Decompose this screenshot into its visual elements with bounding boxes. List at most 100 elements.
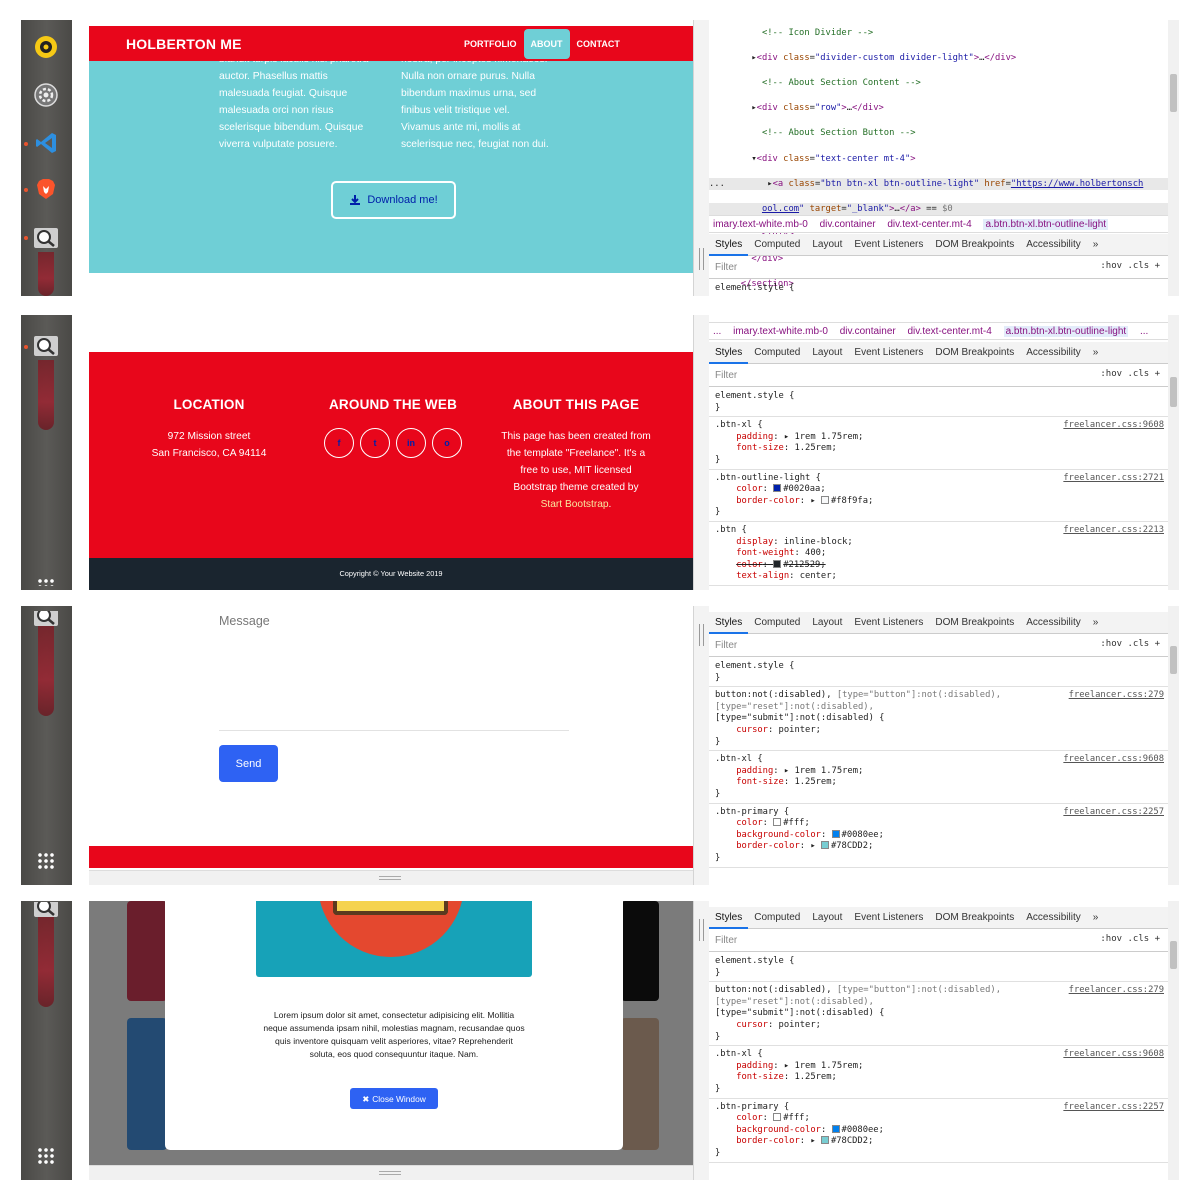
rule-source-link[interactable]: freelancer.css:2257 — [1063, 1102, 1164, 1114]
brand-logo[interactable]: HOLBERTON ME — [126, 36, 242, 52]
show-apps-icon[interactable] — [37, 1147, 55, 1165]
show-apps-icon[interactable] — [37, 852, 55, 870]
rule-source-link[interactable]: freelancer.css:9608 — [1063, 1049, 1164, 1061]
crumb-1[interactable]: imary.text-white.mb-0 — [733, 326, 828, 337]
tab-event-listeners[interactable]: Event Listeners — [848, 907, 929, 929]
crumb-current[interactable]: a.btn.btn-xl.btn-outline-light — [1003, 326, 1129, 337]
devtools-splitter[interactable] — [693, 606, 709, 885]
linkedin-icon[interactable]: in — [396, 428, 426, 458]
tab-styles[interactable]: Styles — [709, 907, 749, 929]
tab-accessibility[interactable]: Accessibility — [1020, 907, 1086, 929]
element-style-rule[interactable]: element.style { } — [709, 658, 1168, 688]
devtools-scrollbar[interactable] — [1168, 315, 1179, 590]
btn-outline-light-rule[interactable]: .btn-outline-light {freelancer.css:2721 … — [709, 470, 1168, 522]
nav-contact[interactable]: CONTACT — [570, 29, 627, 59]
tab-layout[interactable]: Layout — [806, 612, 848, 634]
crumb-ellipsis[interactable]: ... — [713, 326, 721, 337]
filter-tools[interactable]: :hov .cls + — [1100, 261, 1160, 271]
message-textarea[interactable] — [219, 730, 569, 731]
devtools-scrollbar[interactable] — [1168, 606, 1179, 885]
rhythmbox-icon[interactable] — [33, 34, 59, 60]
devtools-scrollbar[interactable] — [1168, 20, 1179, 296]
rule-source-link[interactable]: freelancer.css:279 — [1069, 690, 1164, 702]
settings-icon[interactable] — [33, 82, 59, 108]
tab-event-listeners[interactable]: Event Listeners — [848, 234, 929, 256]
rule-source-link[interactable]: freelancer.css:9608 — [1063, 420, 1164, 432]
btn-primary-rule[interactable]: .btn-primary {freelancer.css:2257 color:… — [709, 1099, 1168, 1163]
send-button[interactable]: Send — [219, 745, 278, 782]
twitter-icon[interactable]: t — [360, 428, 390, 458]
crumb-1[interactable]: imary.text-white.mb-0 — [713, 219, 808, 230]
crumb-ellipsis-end[interactable]: ... — [1140, 326, 1148, 337]
btn-xl-rule[interactable]: .btn-xl {freelancer.css:9608 padding: ▸ … — [709, 417, 1168, 470]
tab-accessibility[interactable]: Accessibility — [1020, 234, 1086, 256]
tab-more[interactable]: » — [1087, 234, 1105, 256]
crumb-2[interactable]: div.container — [820, 219, 876, 230]
magnifier-icon[interactable] — [33, 225, 59, 251]
tab-styles[interactable]: Styles — [709, 612, 749, 634]
tab-more[interactable]: » — [1087, 907, 1105, 929]
element-style-rule[interactable]: element.style { } — [709, 388, 1168, 418]
tab-event-listeners[interactable]: Event Listeners — [848, 342, 929, 364]
vscode-icon[interactable] — [33, 130, 59, 156]
tab-layout[interactable]: Layout — [806, 234, 848, 256]
devtools-splitter[interactable] — [693, 20, 709, 296]
tab-computed[interactable]: Computed — [748, 342, 806, 364]
crumb-current[interactable]: a.btn.btn-xl.btn-outline-light — [983, 219, 1109, 230]
filter-input[interactable]: Filter — [715, 370, 737, 381]
download-button[interactable]: Download me! — [331, 181, 456, 219]
tab-computed[interactable]: Computed — [748, 612, 806, 634]
rule-source-link[interactable]: freelancer.css:279 — [1069, 985, 1164, 997]
tab-more[interactable]: » — [1087, 612, 1105, 634]
button-cursor-rule[interactable]: button:not(:disabled), [type="button"]:n… — [709, 982, 1168, 1047]
tab-layout[interactable]: Layout — [806, 342, 848, 364]
viewport-resize-bar[interactable] — [89, 870, 693, 885]
facebook-icon[interactable]: f — [324, 428, 354, 458]
element-style-rule[interactable]: element.style { } — [709, 953, 1168, 983]
tab-event-listeners[interactable]: Event Listeners — [848, 612, 929, 634]
tab-styles[interactable]: Styles — [709, 342, 749, 364]
element-style-rule[interactable]: element.style { — [709, 280, 1168, 296]
crumb-3[interactable]: div.text-center.mt-4 — [908, 326, 992, 337]
rule-source-link[interactable]: freelancer.css:2721 — [1063, 473, 1164, 485]
rule-source-link[interactable]: freelancer.css:2257 — [1063, 807, 1164, 819]
devtools-splitter[interactable] — [693, 315, 709, 590]
filter-tools[interactable]: :hov .cls + — [1100, 934, 1160, 944]
crumb-3[interactable]: div.text-center.mt-4 — [887, 219, 971, 230]
dribbble-icon[interactable]: o — [432, 428, 462, 458]
nav-portfolio[interactable]: PORTFOLIO — [457, 29, 524, 59]
filter-tools[interactable]: :hov .cls + — [1100, 639, 1160, 649]
tab-dom-breakpoints[interactable]: DOM Breakpoints — [929, 907, 1020, 929]
tab-more[interactable]: » — [1087, 342, 1105, 364]
filter-input[interactable]: Filter — [715, 640, 737, 651]
tab-computed[interactable]: Computed — [748, 907, 806, 929]
filter-input[interactable]: Filter — [715, 935, 737, 946]
start-bootstrap-link[interactable]: Start Bootstrap — [541, 499, 609, 510]
tab-dom-breakpoints[interactable]: DOM Breakpoints — [929, 234, 1020, 256]
tab-accessibility[interactable]: Accessibility — [1020, 342, 1086, 364]
devtools-scrollbar[interactable] — [1168, 901, 1179, 1180]
btn-primary-rule[interactable]: .btn-primary {freelancer.css:2257 color:… — [709, 804, 1168, 868]
btn-xl-rule[interactable]: .btn-xl {freelancer.css:9608 padding: ▸ … — [709, 751, 1168, 804]
tab-styles[interactable]: Styles — [709, 234, 749, 256]
magnifier-icon[interactable] — [33, 333, 59, 359]
tab-layout[interactable]: Layout — [806, 907, 848, 929]
rule-source-link[interactable]: freelancer.css:2213 — [1063, 525, 1164, 537]
tab-accessibility[interactable]: Accessibility — [1020, 612, 1086, 634]
show-apps-icon[interactable] — [37, 578, 55, 586]
tab-computed[interactable]: Computed — [748, 234, 806, 256]
btn-rule[interactable]: .btn {freelancer.css:2213 display: inlin… — [709, 522, 1168, 586]
brave-browser-icon[interactable] — [33, 176, 59, 202]
nav-about[interactable]: ABOUT — [523, 28, 570, 59]
close-window-button[interactable]: ✖ Close Window — [350, 1088, 438, 1109]
tab-dom-breakpoints[interactable]: DOM Breakpoints — [929, 612, 1020, 634]
filter-input[interactable]: Filter — [715, 262, 737, 273]
filter-tools[interactable]: :hov .cls + — [1100, 369, 1160, 379]
button-cursor-rule[interactable]: button:not(:disabled), [type="button"]:n… — [709, 687, 1168, 752]
rule-source-link[interactable]: freelancer.css:9608 — [1063, 754, 1164, 766]
crumb-2[interactable]: div.container — [840, 326, 896, 337]
viewport-resize-bar[interactable] — [89, 1165, 693, 1180]
btn-xl-rule[interactable]: .btn-xl {freelancer.css:9608 padding: ▸ … — [709, 1046, 1168, 1099]
tab-dom-breakpoints[interactable]: DOM Breakpoints — [929, 342, 1020, 364]
devtools-splitter[interactable] — [693, 901, 709, 1180]
